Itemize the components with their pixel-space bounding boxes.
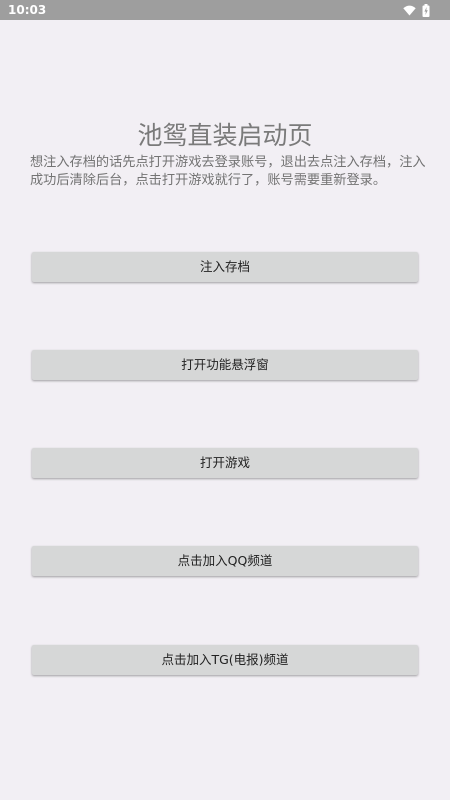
status-icons — [403, 3, 430, 17]
status-bar: 10:03 — [0, 0, 450, 20]
inject-save-button[interactable]: 注入存档 — [32, 252, 418, 282]
open-floating-window-button[interactable]: 打开功能悬浮窗 — [32, 350, 418, 380]
wifi-icon — [403, 5, 416, 16]
join-tg-channel-button[interactable]: 点击加入TG(电报)频道 — [32, 645, 418, 675]
join-qq-channel-button[interactable]: 点击加入QQ频道 — [32, 546, 418, 576]
instructions-text: 想注入存档的话先点打开游戏去登录账号，退出去点注入存档，注入成功后清除后台，点击… — [30, 155, 426, 188]
open-game-button[interactable]: 打开游戏 — [32, 448, 418, 478]
battery-icon — [422, 3, 430, 17]
status-time: 10:03 — [8, 3, 47, 17]
page-title: 池鸳直装启动页 — [137, 121, 313, 150]
